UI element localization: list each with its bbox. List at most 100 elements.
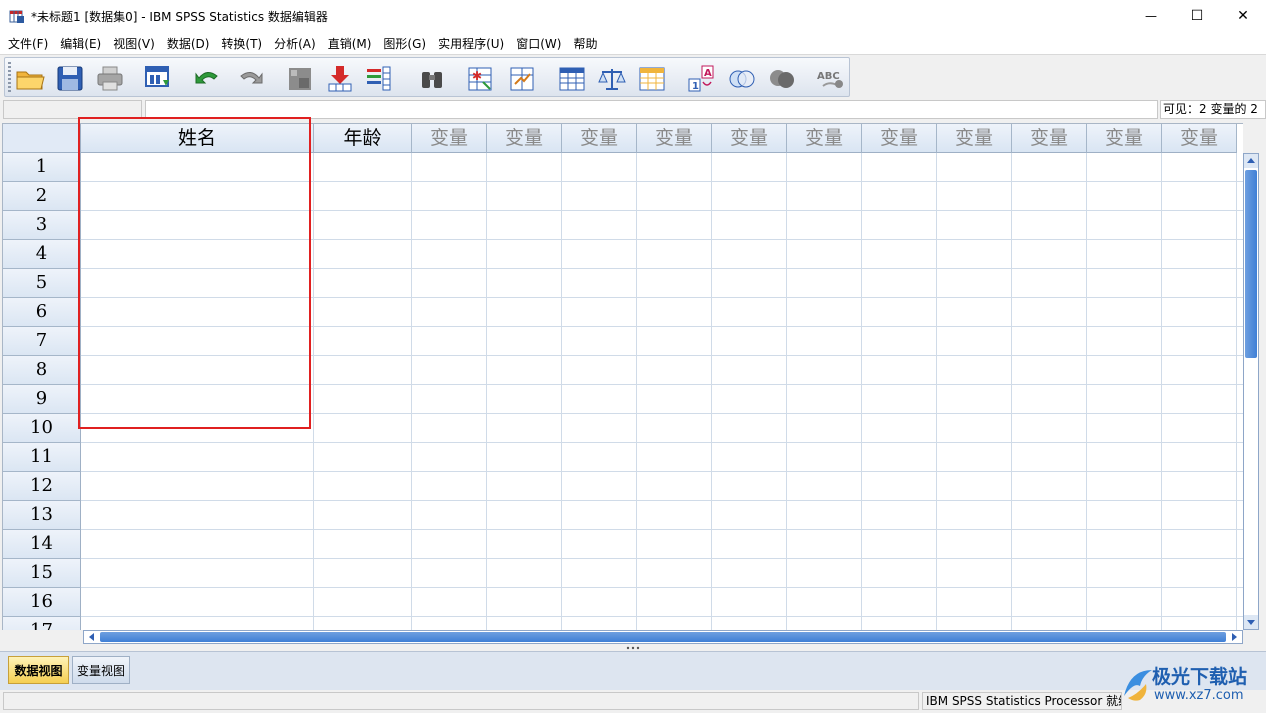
menu-utilities[interactable]: 实用程序(U): [432, 35, 510, 52]
menu-bar: 文件(F) 编辑(E) 视图(V) 数据(D) 转换(T) 分析(A) 直销(M…: [0, 32, 1266, 54]
row-header[interactable]: 3: [3, 211, 81, 240]
view-tabs: 数据视图 变量视图: [0, 651, 1266, 690]
svg-text:ABC: ABC: [817, 71, 840, 82]
row-header[interactable]: 4: [3, 240, 81, 269]
title-bar: *未标题1 [数据集0] - IBM SPSS Statistics 数据编辑器…: [0, 0, 1266, 32]
column-header-var[interactable]: 变量: [1087, 124, 1162, 153]
watermark-url: www.xz7.com: [1154, 688, 1244, 703]
row-header[interactable]: 1: [3, 153, 81, 182]
row-header[interactable]: 15: [3, 559, 81, 588]
spss-app-icon: [9, 10, 24, 23]
column-header-var[interactable]: 变量: [862, 124, 937, 153]
menu-edit[interactable]: 编辑(E): [54, 35, 107, 52]
scroll-up-arrow[interactable]: [1244, 154, 1258, 168]
row-header[interactable]: 12: [3, 472, 81, 501]
vertical-scrollbar[interactable]: [1243, 153, 1259, 630]
status-bar: IBM SPSS Statistics Processor 就绪: [0, 690, 1266, 713]
column-header-var[interactable]: 变量: [712, 124, 787, 153]
row-header[interactable]: 8: [3, 356, 81, 385]
site-watermark: 极光下载站 www.xz7.com: [1118, 660, 1264, 710]
show-all-variables-icon[interactable]: [767, 64, 797, 92]
recall-dialog-icon[interactable]: [143, 64, 173, 92]
close-icon: ✕: [1237, 8, 1249, 24]
scroll-right-arrow-icon[interactable]: [1227, 631, 1241, 643]
column-header-age[interactable]: 年龄: [314, 124, 412, 153]
horizontal-scrollbar[interactable]: [83, 630, 1243, 644]
maximize-icon: ☐: [1190, 8, 1204, 24]
vertical-scroll-thumb[interactable]: [1245, 170, 1257, 358]
row-header[interactable]: 16: [3, 588, 81, 617]
triangle-up-icon: [1247, 158, 1255, 163]
row-header[interactable]: 17: [3, 617, 81, 630]
find-icon[interactable]: [417, 64, 447, 92]
triangle-down-icon: [1247, 620, 1255, 625]
close-button[interactable]: ✕: [1220, 0, 1266, 32]
svg-text:✱: ✱: [472, 69, 482, 83]
column-header-var[interactable]: 变量: [787, 124, 862, 153]
toolbar-grip[interactable]: [8, 62, 11, 92]
watermark-title: 极光下载站: [1152, 666, 1248, 688]
menu-analyze[interactable]: 分析(A): [268, 35, 322, 52]
column-header-var[interactable]: 变量: [1012, 124, 1087, 153]
row-header[interactable]: 14: [3, 530, 81, 559]
svg-text:1: 1: [692, 81, 699, 92]
toolbar: ✱ A 1 ABC: [4, 57, 850, 97]
column-header-var[interactable]: 变量: [937, 124, 1012, 153]
menu-window[interactable]: 窗口(W): [510, 35, 567, 52]
menu-data[interactable]: 数据(D): [161, 35, 216, 52]
menu-file[interactable]: 文件(F): [2, 35, 54, 52]
row-header[interactable]: 6: [3, 298, 81, 327]
undo-icon[interactable]: [193, 64, 223, 92]
highlight-box-name-column: [78, 117, 311, 429]
menu-view[interactable]: 视图(V): [107, 35, 161, 52]
splitter-handle-icon[interactable]: [624, 646, 642, 650]
menu-help[interactable]: 帮助: [567, 35, 603, 52]
column-header-var[interactable]: 变量: [487, 124, 562, 153]
svg-text:A: A: [704, 68, 712, 79]
processor-status: IBM SPSS Statistics Processor 就绪: [922, 692, 1122, 710]
column-header-var[interactable]: 变量: [637, 124, 712, 153]
row-header[interactable]: 7: [3, 327, 81, 356]
save-icon[interactable]: [55, 64, 85, 92]
menu-direct-marketing[interactable]: 直销(M): [322, 35, 378, 52]
maximize-button[interactable]: ☐: [1174, 0, 1220, 32]
use-sets-icon[interactable]: [727, 64, 757, 92]
column-header-var[interactable]: 变量: [412, 124, 487, 153]
status-message-area: [3, 692, 919, 710]
visible-variables-info: 可见：2 变量的 2: [1160, 100, 1266, 119]
print-icon[interactable]: [95, 64, 125, 92]
minimize-icon: —: [1145, 9, 1157, 23]
grid-corner[interactable]: [3, 124, 81, 153]
tab-data-view[interactable]: 数据视图: [8, 656, 69, 684]
weight-cases-icon[interactable]: [597, 64, 627, 92]
watermark-logo-icon: [1124, 670, 1152, 701]
row-header[interactable]: 10: [3, 414, 81, 443]
column-header-var[interactable]: 变量: [562, 124, 637, 153]
row-header[interactable]: 11: [3, 443, 81, 472]
row-header[interactable]: 5: [3, 269, 81, 298]
value-labels-icon[interactable]: A 1: [687, 64, 717, 92]
row-header[interactable]: 13: [3, 501, 81, 530]
goto-variable-icon[interactable]: [325, 64, 355, 92]
scroll-left-arrow-icon[interactable]: [85, 631, 99, 643]
menu-transform[interactable]: 转换(T): [215, 35, 268, 52]
open-folder-icon[interactable]: [15, 64, 45, 92]
window-title: *未标题1 [数据集0] - IBM SPSS Statistics 数据编辑器: [31, 10, 328, 24]
minimize-button[interactable]: —: [1128, 0, 1174, 32]
split-file-icon[interactable]: [557, 64, 587, 92]
select-cases-icon[interactable]: [637, 64, 667, 92]
scroll-down-arrow[interactable]: [1244, 615, 1258, 629]
spell-check-icon[interactable]: ABC: [815, 64, 845, 92]
horizontal-scroll-thumb[interactable]: [100, 632, 1226, 642]
toolbar-area: ✱ A 1 ABC: [0, 54, 1266, 99]
row-header[interactable]: 9: [3, 385, 81, 414]
variables-icon[interactable]: [363, 64, 393, 92]
goto-case-icon[interactable]: [285, 64, 315, 92]
row-header[interactable]: 2: [3, 182, 81, 211]
menu-graphs[interactable]: 图形(G): [377, 35, 432, 52]
insert-cases-icon[interactable]: ✱: [465, 64, 495, 92]
insert-variable-icon[interactable]: [507, 64, 537, 92]
redo-icon[interactable]: [235, 64, 265, 92]
tab-variable-view[interactable]: 变量视图: [72, 656, 130, 684]
column-header-var[interactable]: 变量: [1162, 124, 1237, 153]
